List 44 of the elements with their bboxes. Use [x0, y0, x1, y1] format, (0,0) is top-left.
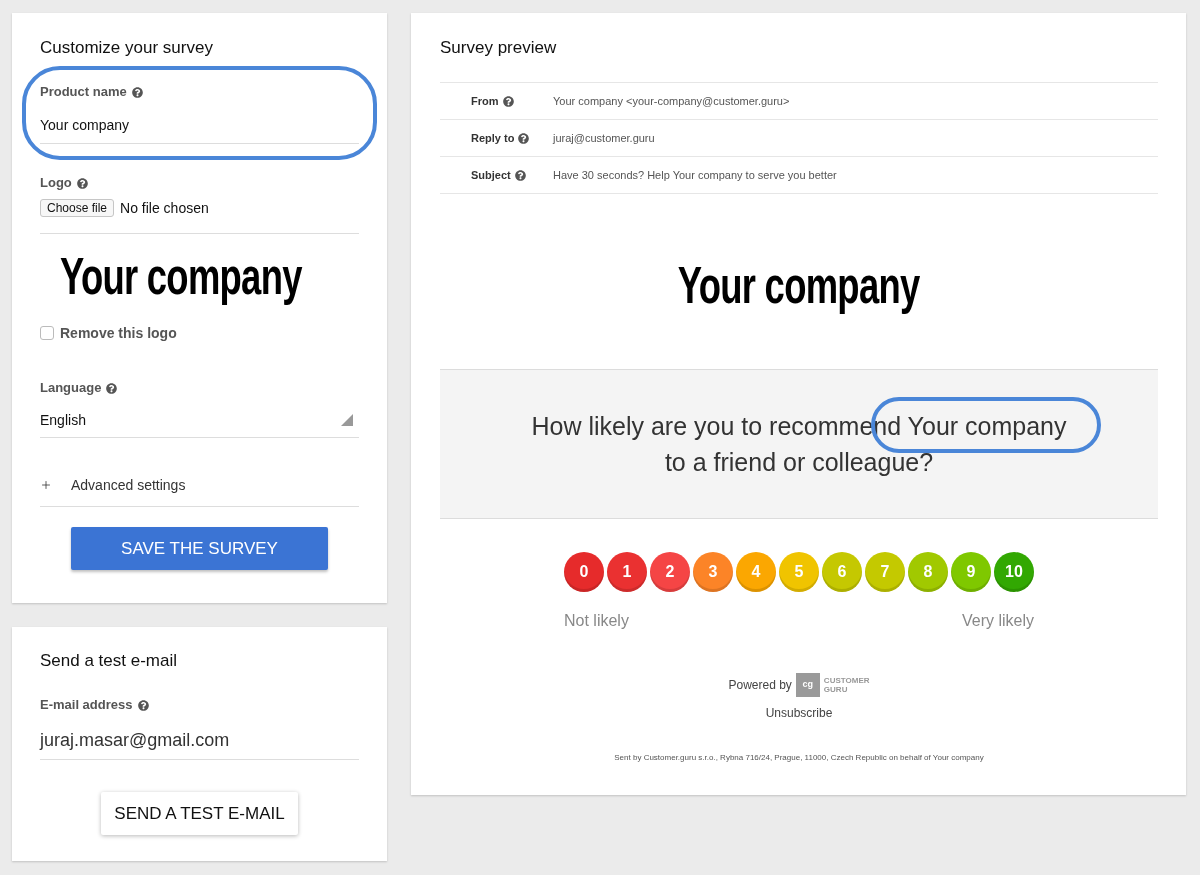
help-icon — [514, 169, 526, 181]
file-status: No file chosen — [120, 199, 209, 217]
field-label: Language — [40, 379, 102, 397]
choose-file-button[interactable]: Choose file — [40, 199, 115, 217]
score-button[interactable]: 10 — [994, 552, 1034, 592]
plus-icon — [40, 479, 52, 491]
card-title: Survey preview — [440, 37, 558, 59]
sender-notice: Sent by Customer.guru s.r.o., Rybna 716/24, Prague, 11000, Czech Republic on behalf of Your company — [614, 752, 984, 764]
help-icon — [502, 95, 514, 107]
field-label: Product name — [40, 83, 127, 101]
score-button[interactable]: 2 — [650, 552, 690, 592]
header-value: Your company <your-company@customer.guru> — [553, 93, 790, 109]
save-button[interactable]: SAVE THE SURVEY — [71, 527, 328, 570]
advanced-settings-toggle[interactable]: Advanced settings — [40, 475, 186, 495]
score-button[interactable]: 3 — [693, 552, 733, 592]
scale-high-label: Very likely — [961, 611, 1034, 631]
send-test-email-button[interactable]: SEND A TEST E-MAIL — [101, 792, 298, 835]
remove-logo-checkbox[interactable] — [40, 326, 54, 340]
help-icon — [131, 86, 143, 98]
card-title: Send a test e-mail — [40, 650, 178, 672]
score-button[interactable]: 1 — [607, 552, 647, 592]
brand-name: CUSTOMER GURU — [823, 676, 870, 694]
checkbox-label: Remove this logo — [60, 324, 177, 343]
header-label: Reply to — [471, 130, 515, 146]
brand-mark: cg — [795, 673, 820, 697]
card-title: Customize your survey — [40, 37, 214, 59]
help-icon — [106, 382, 118, 394]
header-value: Have 30 seconds? Help Your company to serve you better — [553, 167, 837, 183]
unsubscribe-link[interactable]: Unsubscribe — [765, 705, 833, 721]
header-label: From — [471, 93, 499, 109]
language-select[interactable]: English — [40, 410, 359, 438]
help-icon — [518, 132, 530, 144]
caret-icon — [341, 414, 353, 426]
email-input[interactable]: juraj.masar@gmail.com — [40, 727, 359, 760]
product-name-input[interactable]: Your company — [40, 115, 359, 144]
header-label: Subject — [471, 167, 511, 183]
header-value: juraj@customer.guru — [553, 130, 655, 146]
powered-by-text: Powered by — [728, 677, 792, 694]
help-icon — [137, 699, 149, 711]
scale-low-label: Not likely — [564, 611, 629, 631]
field-label: Logo — [40, 174, 72, 192]
help-icon — [76, 177, 88, 189]
field-label: E-mail address — [40, 696, 133, 714]
score-button[interactable]: 0 — [564, 552, 604, 592]
